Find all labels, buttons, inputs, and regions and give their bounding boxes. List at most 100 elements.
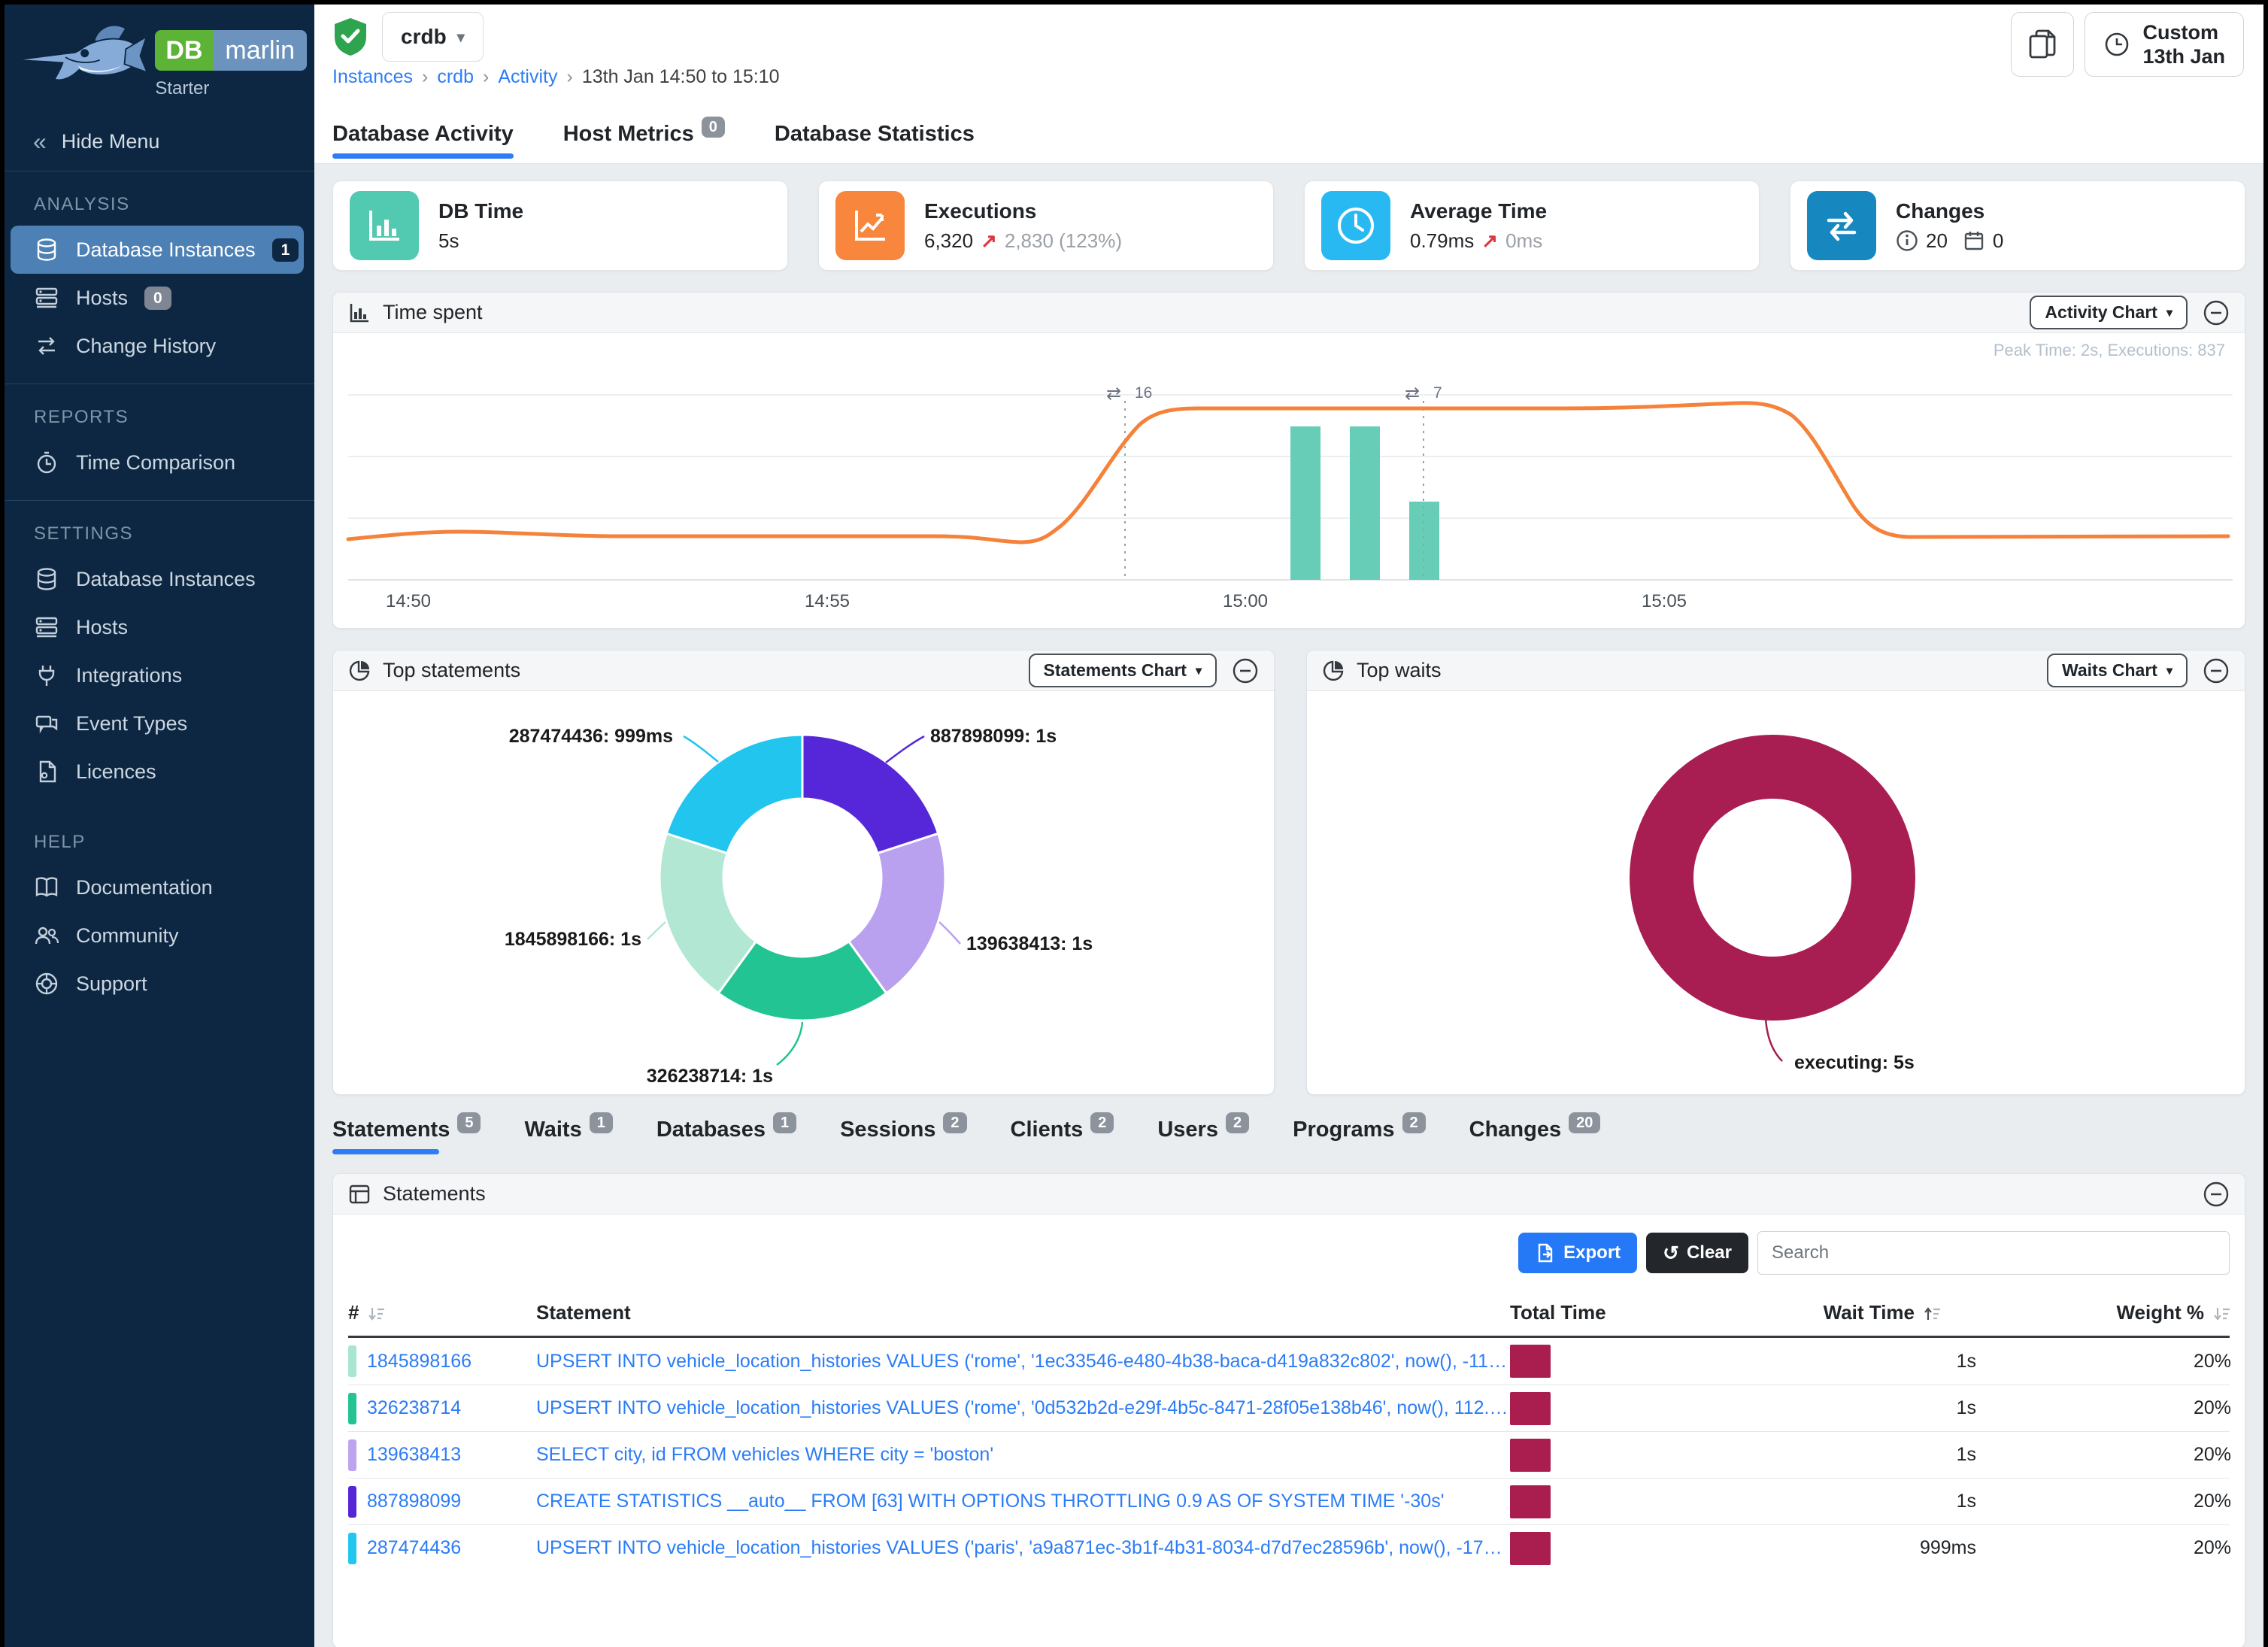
swap-arrows-icon	[1807, 191, 1876, 260]
table-header-row: # Statement Total Time Wait Time Weight …	[348, 1290, 2230, 1338]
statements-chart-selector[interactable]: Statements Chart▾	[1029, 654, 1217, 687]
column-header-weight[interactable]: Weight %	[1976, 1301, 2231, 1324]
column-header-id[interactable]: #	[348, 1301, 536, 1324]
label-leader-line	[939, 922, 960, 944]
total-time-bar	[1510, 1439, 1551, 1472]
plan-label: Starter	[155, 78, 307, 99]
pie-chart-icon	[348, 660, 371, 682]
statements-donut-chart[interactable]: 887898099: 1s 139638413: 1s 326238714: 1…	[333, 691, 1274, 1094]
slice-label: 139638413: 1s	[966, 933, 1093, 954]
activity-chart-selector[interactable]: Activity Chart▾	[2030, 296, 2188, 329]
sidebar-item-settings-database-instances[interactable]: Database Instances	[0, 555, 314, 603]
x-tick: 15:00	[1223, 591, 1268, 611]
statement-link[interactable]: SELECT city, id FROM vehicles WHERE city…	[536, 1444, 1510, 1466]
card-changes: Changes 20 0	[1790, 180, 2245, 271]
sidebar-item-change-history[interactable]: Change History	[0, 322, 314, 370]
breadcrumb-instances[interactable]: Instances	[332, 66, 413, 88]
tab-users[interactable]: Users2	[1157, 1118, 1249, 1151]
statement-id-link[interactable]: 326238714	[367, 1397, 461, 1419]
sidebar-item-documentation[interactable]: Documentation	[0, 863, 314, 911]
clock-icon	[1321, 191, 1390, 260]
statement-id-link[interactable]: 887898099	[367, 1491, 461, 1512]
sidebar-item-time-comparison[interactable]: Time Comparison	[0, 438, 314, 487]
sidebar-item-label: Database Instances	[76, 568, 256, 591]
tab-waits[interactable]: Waits1	[524, 1118, 612, 1151]
tab-sessions[interactable]: Sessions2	[840, 1118, 966, 1151]
double-chevron-left-icon: «	[33, 128, 47, 156]
donut-slice[interactable]	[666, 735, 802, 854]
count-badge: 1	[590, 1112, 613, 1133]
table-row: 139638413 SELECT city, id FROM vehicles …	[348, 1431, 2230, 1478]
sidebar-item-settings-hosts[interactable]: Hosts	[0, 603, 314, 651]
search-input[interactable]	[1757, 1231, 2230, 1275]
statement-id-link[interactable]: 1845898166	[367, 1351, 471, 1372]
sidebar-item-event-types[interactable]: Event Types	[0, 699, 314, 748]
weight-value: 20%	[1976, 1537, 2231, 1559]
hide-menu-button[interactable]: « Hide Menu	[0, 113, 314, 171]
total-time-bar	[1510, 1345, 1551, 1378]
tab-statements[interactable]: Statements5	[332, 1118, 481, 1151]
tab-database-statistics[interactable]: Database Statistics	[775, 122, 975, 163]
tab-host-metrics[interactable]: Host Metrics0	[563, 122, 725, 163]
undo-icon: ↺	[1663, 1243, 1679, 1263]
sort-icon	[366, 1304, 386, 1324]
sidebar-item-support[interactable]: Support	[0, 960, 314, 1008]
sidebar-item-label: Time Comparison	[76, 451, 235, 475]
event-tags-icon	[34, 711, 59, 736]
label-leader-line	[684, 736, 718, 762]
lifebuoy-icon	[34, 971, 59, 996]
total-time-bar	[1510, 1485, 1551, 1518]
column-header-wait-time[interactable]: Wait Time	[1675, 1301, 1976, 1324]
label-leader-line	[886, 736, 924, 763]
sort-icon	[2212, 1304, 2231, 1324]
statement-link[interactable]: UPSERT INTO vehicle_location_histories V…	[536, 1537, 1510, 1559]
pie-chart-icon	[1322, 660, 1345, 682]
statement-link[interactable]: UPSERT INTO vehicle_location_histories V…	[536, 1397, 1510, 1419]
time-spent-chart[interactable]: Peak Time: 2s, Executions: 837 ⇄ 16 ⇄ 7	[333, 333, 2245, 628]
collapse-panel-icon[interactable]	[2203, 657, 2230, 684]
sidebar-item-database-instances[interactable]: Database Instances 1	[11, 226, 304, 274]
calendar-icon	[1963, 229, 1985, 252]
column-header-total-time[interactable]: Total Time	[1510, 1301, 1675, 1324]
tab-programs[interactable]: Programs2	[1293, 1118, 1426, 1151]
sidebar-item-hosts[interactable]: Hosts 0	[0, 274, 314, 322]
instance-selector[interactable]: crdb ▾	[382, 12, 484, 62]
card-title: Average Time	[1410, 199, 1547, 223]
sidebar-item-integrations[interactable]: Integrations	[0, 651, 314, 699]
donut-slice[interactable]	[1662, 767, 1884, 989]
tab-changes[interactable]: Changes20	[1469, 1118, 1601, 1151]
copy-link-button[interactable]	[2011, 12, 2074, 77]
waits-chart-selector[interactable]: Waits Chart▾	[2047, 654, 2188, 687]
collapse-panel-icon[interactable]	[2203, 1181, 2230, 1208]
count-badge: 20	[1569, 1112, 1600, 1133]
time-range-button[interactable]: Custom 13th Jan	[2085, 12, 2244, 77]
donut-slice[interactable]	[802, 735, 938, 854]
sidebar-item-label: Licences	[76, 760, 156, 784]
count-badge: 2	[1090, 1112, 1114, 1133]
tab-clients[interactable]: Clients2	[1011, 1118, 1114, 1151]
collapse-panel-icon[interactable]	[1232, 657, 1259, 684]
export-button[interactable]: Export	[1518, 1233, 1637, 1273]
sidebar-item-label: Integrations	[76, 664, 182, 687]
sidebar-item-licences[interactable]: Licences	[0, 748, 314, 796]
sidebar: DBmarlin Starter « Hide Menu ANALYSIS Da…	[0, 0, 314, 1647]
breadcrumb-crdb[interactable]: crdb	[437, 66, 474, 88]
collapse-panel-icon[interactable]	[2203, 299, 2230, 326]
sidebar-item-community[interactable]: Community	[0, 911, 314, 960]
waits-donut-chart[interactable]: executing: 5s	[1307, 691, 2245, 1094]
statement-id-link[interactable]: 287474436	[367, 1537, 461, 1559]
slice-label: executing: 5s	[1794, 1052, 1915, 1073]
sidebar-section-reports: REPORTS Time Comparison	[0, 384, 314, 501]
tab-databases[interactable]: Databases1	[656, 1118, 796, 1151]
statement-link[interactable]: CREATE STATISTICS __auto__ FROM [63] WIT…	[536, 1491, 1510, 1512]
changes-event-count: 0	[1993, 229, 2003, 253]
slice-label: 287474436: 999ms	[509, 726, 673, 747]
column-header-statement[interactable]: Statement	[536, 1301, 1510, 1324]
statement-link[interactable]: UPSERT INTO vehicle_location_histories V…	[536, 1351, 1510, 1372]
breadcrumb-activity[interactable]: Activity	[498, 66, 557, 88]
tab-database-activity[interactable]: Database Activity	[332, 122, 514, 163]
statement-id-link[interactable]: 139638413	[367, 1444, 461, 1466]
top-bar: crdb ▾ Custom 13th Jan Instances› crdb› …	[314, 0, 2268, 164]
clear-button[interactable]: ↺ Clear	[1646, 1233, 1748, 1273]
table-controls: Export ↺ Clear	[333, 1215, 2245, 1290]
